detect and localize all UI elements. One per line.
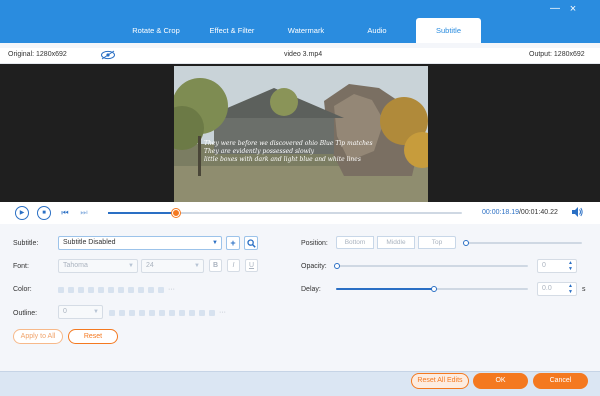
delay-slider-fill — [336, 288, 434, 290]
position-slider-handle[interactable] — [463, 240, 469, 246]
position-middle-button[interactable]: Middle — [377, 236, 415, 249]
outline-swatch[interactable] — [209, 309, 215, 316]
color-swatch[interactable] — [68, 286, 74, 293]
font-select-value: Tahoma — [63, 262, 88, 269]
outline-swatch[interactable] — [189, 309, 195, 316]
more-colors-icon[interactable]: ··· — [168, 286, 175, 293]
delay-unit: s — [582, 286, 586, 293]
file-name: video 3.mp4 — [284, 51, 323, 58]
outline-swatch[interactable] — [109, 309, 115, 316]
chevron-down-icon: ▼ — [128, 263, 134, 269]
position-top-button[interactable]: Top — [418, 236, 456, 249]
outline-swatch[interactable] — [119, 309, 125, 316]
color-swatch[interactable] — [88, 286, 94, 293]
opacity-value: 0 — [542, 262, 546, 269]
apply-to-all-button[interactable]: Apply to All — [13, 329, 63, 344]
opacity-slider-track[interactable] — [336, 265, 528, 267]
stop-icon[interactable]: ■ — [37, 206, 51, 220]
font-label: Font: — [13, 263, 29, 270]
subtitle-select[interactable]: Subtitle Disabled ▼ — [58, 236, 222, 250]
outline-swatch[interactable] — [159, 309, 165, 316]
tab-rotate-crop[interactable]: Rotate & Crop — [120, 18, 192, 43]
cancel-button[interactable]: Cancel — [533, 373, 588, 389]
minimize-icon[interactable]: — — [548, 2, 562, 16]
outline-swatch[interactable] — [199, 309, 205, 316]
original-resolution: Original: 1280x692 — [8, 51, 67, 58]
reset-button[interactable]: Reset — [68, 329, 118, 344]
outline-swatch[interactable] — [179, 309, 185, 316]
delay-input[interactable]: 0.0 ▲ ▼ — [537, 282, 577, 296]
bold-button[interactable]: B — [209, 259, 222, 272]
color-swatch[interactable] — [108, 286, 114, 293]
subtitle-select-value: Subtitle Disabled — [63, 239, 116, 246]
subtitle-line: little boxes with dark and light blue an… — [204, 156, 361, 163]
eye-icon[interactable] — [100, 50, 116, 62]
color-swatches: ··· — [58, 286, 175, 293]
chevron-down-icon: ▼ — [212, 240, 218, 246]
timeline-progress — [108, 212, 176, 214]
volume-icon[interactable] — [571, 206, 583, 220]
color-swatch[interactable] — [58, 286, 64, 293]
underline-button[interactable]: U — [245, 259, 258, 272]
color-swatch[interactable] — [118, 286, 124, 293]
position-slider-track[interactable] — [466, 242, 582, 244]
reset-all-edits-button[interactable]: Reset All Edits — [411, 373, 469, 389]
outline-swatch[interactable] — [149, 309, 155, 316]
subtitle-line: They are evidently possessed slowly — [204, 148, 315, 155]
time-display: 00:00:18.19/00:01:40.22 — [482, 209, 558, 216]
outline-label: Outline: — [13, 310, 38, 317]
total-time: /00:01:40.22 — [518, 209, 558, 216]
outline-select[interactable]: 0 ▼ — [58, 305, 103, 319]
info-bar: Original: 1280x692 video 3.mp4 Output: 1… — [0, 48, 600, 64]
search-subtitle-button[interactable] — [244, 236, 258, 250]
color-swatch[interactable] — [78, 286, 84, 293]
add-subtitle-button[interactable]: + — [226, 236, 240, 250]
tab-audio[interactable]: Audio — [344, 18, 410, 43]
timeline-handle[interactable] — [172, 209, 180, 217]
color-swatch[interactable] — [128, 286, 134, 293]
delay-value: 0.0 — [542, 285, 552, 292]
font-select[interactable]: Tahoma ▼ — [58, 259, 138, 273]
previous-frame-icon[interactable]: ⏮ — [58, 206, 72, 220]
color-swatch[interactable] — [138, 286, 144, 293]
font-size-value: 24 — [146, 262, 154, 269]
chevron-down-icon: ▼ — [93, 309, 99, 315]
chevron-down-icon: ▼ — [194, 263, 200, 269]
video-frame: They were before we discovered ohio Blue… — [174, 66, 428, 202]
more-outline-colors-icon[interactable]: ··· — [219, 309, 226, 316]
outline-select-value: 0 — [63, 308, 67, 315]
opacity-label: Opacity: — [301, 263, 327, 270]
italic-button[interactable]: I — [227, 259, 240, 272]
spin-down-icon[interactable]: ▼ — [568, 267, 573, 272]
delay-label: Delay: — [301, 286, 321, 293]
current-time: 00:00:18.19 — [482, 209, 519, 216]
outline-swatch[interactable] — [139, 309, 145, 316]
color-swatch[interactable] — [148, 286, 154, 293]
color-label: Color: — [13, 286, 32, 293]
delay-slider-handle[interactable] — [431, 286, 437, 292]
subtitle-line: They were before we discovered ohio Blue… — [204, 140, 373, 147]
position-bottom-button[interactable]: Bottom — [336, 236, 374, 249]
tab-watermark[interactable]: Watermark — [270, 18, 342, 43]
font-size-select[interactable]: 24 ▼ — [141, 259, 204, 273]
opacity-slider-handle[interactable] — [334, 263, 340, 269]
output-resolution: Output: 1280x692 — [529, 51, 585, 58]
spin-down-icon[interactable]: ▼ — [568, 290, 573, 295]
next-frame-icon[interactable]: ⏭ — [77, 206, 91, 220]
outline-swatches: ··· — [109, 309, 226, 316]
color-swatch[interactable] — [158, 286, 164, 293]
ok-button[interactable]: OK — [473, 373, 528, 389]
tab-subtitle[interactable]: Subtitle — [416, 18, 481, 43]
close-icon[interactable]: × — [566, 2, 580, 16]
outline-swatch[interactable] — [129, 309, 135, 316]
opacity-input[interactable]: 0 ▲ ▼ — [537, 259, 577, 273]
search-icon — [246, 239, 256, 248]
subtitle-label: Subtitle: — [13, 240, 39, 247]
position-label: Position: — [301, 240, 328, 247]
play-icon[interactable]: ▶ — [15, 206, 29, 220]
outline-swatch[interactable] — [169, 309, 175, 316]
tab-effect-filter[interactable]: Effect & Filter — [196, 18, 268, 43]
color-swatch[interactable] — [98, 286, 104, 293]
